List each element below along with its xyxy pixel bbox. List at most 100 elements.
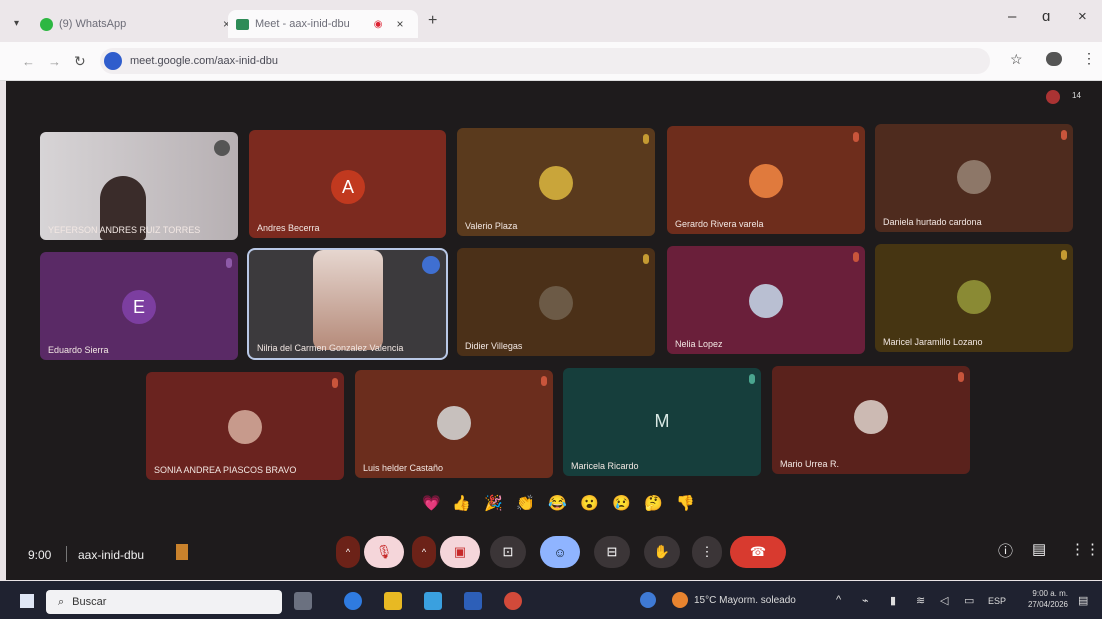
more-options-icon[interactable] — [214, 140, 230, 156]
participant-tile[interactable]: Nelia Lopez — [667, 246, 865, 354]
reaction-heart[interactable]: 💗 — [422, 494, 441, 512]
minimize-button[interactable]: – — [1008, 8, 1016, 25]
battery-icon[interactable]: ▭ — [964, 594, 974, 607]
avatar — [437, 406, 471, 440]
participant-name: Valerio Plaza — [465, 221, 518, 231]
participant-tile[interactable]: Daniela hurtado cardona — [875, 124, 1073, 232]
browser-menu-icon[interactable]: ⋮ — [1082, 50, 1096, 67]
hang-up-icon: ☎ — [749, 544, 767, 559]
back-arrow-icon[interactable]: ← — [22, 54, 35, 69]
windows-start-icon[interactable] — [20, 594, 34, 608]
reactions-button[interactable]: ☺ — [540, 536, 580, 568]
avatar — [854, 400, 888, 434]
participant-tile[interactable]: Maricel Jaramillo Lozano — [875, 244, 1073, 352]
forward-arrow-icon[interactable]: → — [48, 54, 61, 69]
participant-tile-active-speaker[interactable]: Nilria del Carmen Gonzalez Valencia — [249, 250, 446, 358]
participant-name: SONIA ANDREA PIASCOS BRAVO — [154, 465, 297, 475]
participant-name: Nilria del Carmen Gonzalez Valencia — [257, 343, 404, 353]
camera-off-icon: ▣ — [453, 544, 467, 559]
participant-tile[interactable]: E Eduardo Sierra — [40, 252, 238, 360]
mail-icon[interactable] — [464, 592, 482, 610]
meet-icon — [236, 18, 249, 30]
participant-tile[interactable]: A Andres Becerra — [249, 130, 446, 238]
reaction-sad[interactable]: 😢 — [612, 494, 631, 512]
reaction-surprised[interactable]: 😮 — [580, 494, 599, 512]
notifications-icon[interactable]: ▤ — [1078, 594, 1088, 607]
avatar — [749, 284, 783, 318]
participant-name: Maricel Jaramillo Lozano — [883, 337, 983, 347]
reaction-laugh[interactable]: 😂 — [548, 494, 567, 512]
edge-browser-icon[interactable] — [344, 592, 362, 610]
reaction-thinking[interactable]: 🤔 — [644, 494, 663, 512]
wifi-icon[interactable]: ≋ — [916, 594, 925, 607]
incognito-profile-icon[interactable] — [1046, 52, 1062, 66]
participant-tile[interactable]: M Maricela Ricardo — [563, 368, 761, 476]
task-view-icon[interactable] — [294, 592, 312, 610]
chat-icon[interactable]: ▤ — [1032, 540, 1046, 558]
video-options-chevron-icon[interactable]: ^ — [412, 536, 436, 568]
activities-icon[interactable]: ⋮⋮ — [1070, 540, 1100, 558]
participant-tile[interactable]: Didier Villegas — [457, 248, 655, 356]
participant-tile[interactable]: Gerardo Rivera varela — [667, 126, 865, 234]
mic-tray-icon[interactable]: ▮ — [890, 594, 896, 607]
reload-icon[interactable]: ↻ — [74, 53, 86, 70]
new-tab-button[interactable]: + — [428, 12, 437, 30]
avatar — [228, 410, 262, 444]
participant-name: Didier Villegas — [465, 341, 523, 351]
tray-chevron-icon[interactable]: ^ — [836, 594, 841, 606]
file-explorer-icon[interactable] — [384, 592, 402, 610]
taskbar-search-box[interactable]: ⌕ Buscar — [46, 590, 282, 614]
muted-mic-icon — [226, 258, 232, 268]
reaction-thumbs-down[interactable]: 👎 — [676, 494, 695, 512]
reaction-thumbs-up[interactable]: 👍 — [452, 494, 471, 512]
muted-mic-icon — [1061, 130, 1067, 140]
participant-name: Maricela Ricardo — [571, 461, 639, 471]
address-bar[interactable]: meet.google.com/aax-inid-dbu — [100, 48, 990, 74]
help-icon[interactable] — [640, 592, 656, 608]
network-icon[interactable]: ⌁ — [862, 594, 869, 607]
tab-search-chevron-icon[interactable]: ▾ — [14, 18, 19, 29]
store-icon[interactable] — [424, 592, 442, 610]
chrome-icon[interactable] — [504, 592, 522, 610]
volume-icon[interactable]: ◁ — [940, 594, 948, 607]
input-language[interactable]: ESP — [988, 596, 1006, 606]
reaction-clap[interactable]: 👏 — [516, 494, 535, 512]
muted-mic-icon — [332, 378, 338, 388]
camera-off-button[interactable]: ▣ — [440, 536, 480, 568]
avatar — [957, 160, 991, 194]
tab-label: Meet - aax-inid-dbu — [255, 18, 350, 30]
taskbar-clock[interactable]: 9:00 a. m. 27/04/2026 — [1014, 588, 1068, 610]
site-info-icon[interactable] — [104, 52, 122, 70]
maximize-button[interactable]: ɑ — [1042, 8, 1050, 25]
captions-icon: ⊟ — [606, 544, 618, 559]
participant-count: 14 — [1072, 91, 1081, 100]
participant-tile[interactable]: Valerio Plaza — [457, 128, 655, 236]
participants-icon[interactable] — [1046, 90, 1060, 104]
participant-tile[interactable]: Mario Urrea R. — [772, 366, 970, 474]
participant-tile[interactable]: SONIA ANDREA PIASCOS BRAVO — [146, 372, 344, 480]
captions-button[interactable]: ⊟ — [594, 536, 630, 568]
participant-name: Daniela hurtado cardona — [883, 217, 982, 227]
muted-mic-icon — [643, 254, 649, 264]
reaction-party[interactable]: 🎉 — [484, 494, 503, 512]
present-icon: ⊡ — [502, 544, 514, 559]
tab-whatsapp[interactable]: (9) WhatsApp × — [40, 10, 230, 38]
meeting-info-icon[interactable]: ⓘ — [998, 540, 1013, 561]
participant-name: Nelia Lopez — [675, 339, 723, 349]
tab-meet[interactable]: Meet - aax-inid-dbu ◉ × — [228, 10, 418, 38]
close-tab-icon[interactable]: × — [397, 17, 404, 31]
bookmark-star-icon[interactable]: ☆ — [1010, 51, 1023, 68]
leave-call-button[interactable]: ☎ — [730, 536, 786, 568]
close-window-button[interactable]: × — [1078, 8, 1087, 25]
present-screen-button[interactable]: ⊡ — [490, 536, 526, 568]
audio-options-chevron-icon[interactable]: ^ — [336, 536, 360, 568]
microphone-off-button[interactable]: 🎙 — [364, 536, 404, 568]
participant-tile[interactable]: Luis helder Castaño — [355, 370, 553, 478]
participant-tile[interactable]: YEFERSON ANDRES RUIZ TORRES — [40, 132, 238, 240]
participant-name: Mario Urrea R. — [780, 459, 840, 469]
more-options-button[interactable]: ⋮ — [692, 536, 722, 568]
host-controls-icon[interactable] — [176, 544, 188, 560]
muted-mic-icon — [541, 376, 547, 386]
raise-hand-button[interactable]: ✋ — [644, 536, 680, 568]
avatar — [957, 280, 991, 314]
